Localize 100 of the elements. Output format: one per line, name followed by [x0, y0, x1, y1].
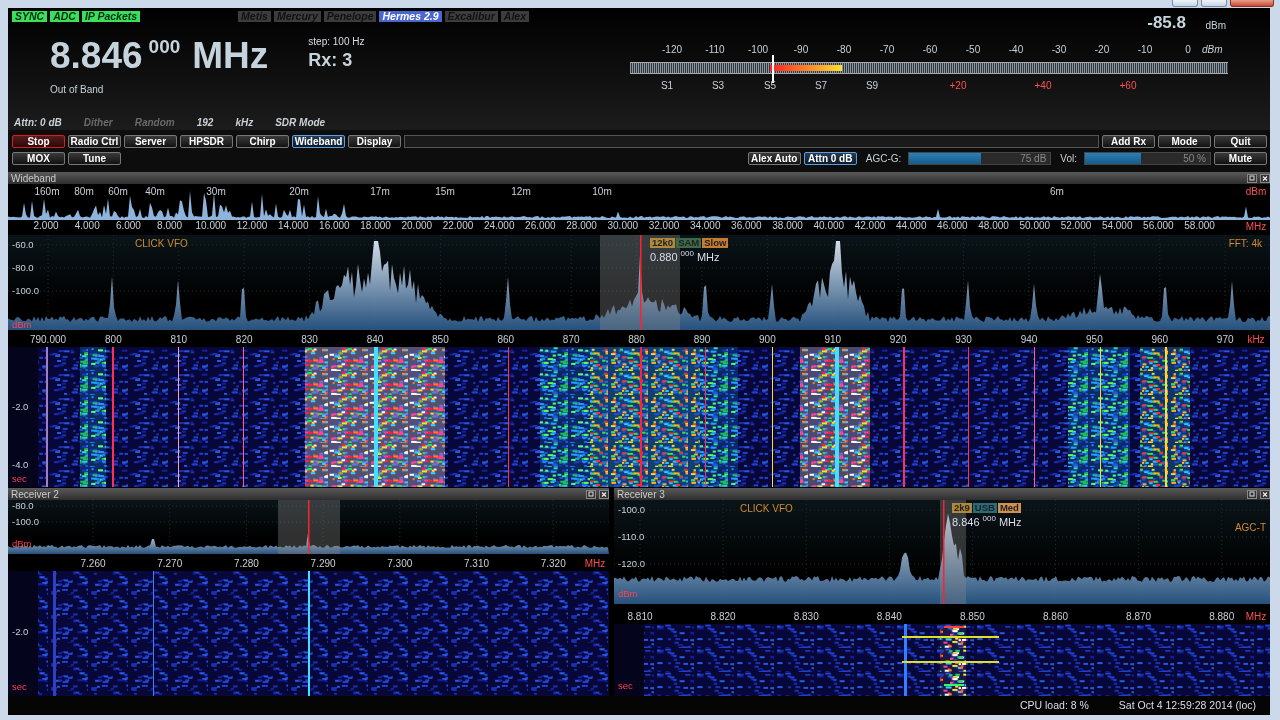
filter-passband[interactable] [600, 235, 680, 330]
plot-background[interactable]: -100.0 -110.0 -120.0 dBm CLICK VFO 2k9 USB Med 8.846 $^{000}$ MHz AGC-T [614, 500, 1270, 604]
toolbar-button[interactable]: Server [124, 135, 177, 148]
hardware-indicator[interactable]: Hermes 2.9 [379, 11, 442, 22]
toolbar-button[interactable]: HPSDR [180, 135, 233, 148]
x-axis-label: 820 [235, 334, 253, 345]
meter-scale-label: -30 [1051, 44, 1067, 55]
x-axis-label: 12.000 [236, 220, 268, 231]
vfo-marker[interactable] [308, 500, 310, 554]
x-axis-label: 8.850 [959, 611, 985, 622]
x-axis-label: 860 [497, 334, 515, 345]
x-axis-label: 870 [562, 334, 580, 345]
x-axis-label: 7.320 [540, 558, 566, 569]
y-axis-label: -100.0 [618, 504, 645, 515]
vfo-marker[interactable] [640, 235, 642, 330]
maximize-button[interactable] [1201, 0, 1227, 7]
band-label: Out of Band [50, 84, 105, 95]
band-label: 12m [511, 186, 531, 197]
toolbar-button[interactable]: Tune [68, 152, 121, 165]
y-axis-unit: dBm [618, 588, 638, 599]
plot-background[interactable]: -80.0 -100.0 dBm [8, 500, 609, 554]
signal-unit: dBm [1205, 20, 1226, 31]
toolbar-button[interactable]: Chirp [236, 135, 289, 148]
y-axis-label: -100.0 [12, 285, 39, 296]
close-icon[interactable] [1260, 489, 1270, 499]
meter-scale-label: -60 [922, 44, 938, 55]
x-axis-label: 910 [824, 334, 842, 345]
fft-size: FFT: 4k [1228, 238, 1262, 249]
toolbar-button[interactable]: Wideband [292, 135, 345, 148]
x-axis-label: 26.000 [525, 220, 556, 231]
band-label: 20m [289, 186, 309, 197]
x-axis-label: 40.000 [813, 220, 845, 231]
x-axis-label: 6.000 [115, 220, 141, 231]
x-axis-label: 46.000 [937, 220, 968, 231]
time-axis-unit: sec [618, 680, 633, 691]
x-axis-label: 880 [628, 334, 645, 345]
meter-scale-label: -70 [879, 44, 895, 55]
x-axis-unit: MHz [584, 558, 606, 569]
filter-tag[interactable]: 12k0 [650, 238, 676, 248]
x-axis-label: 16.000 [319, 220, 350, 231]
y-axis-label: -100.0 [12, 516, 39, 527]
filter-passband[interactable] [278, 500, 340, 554]
x-axis-label: 920 [889, 334, 907, 345]
tuning-step: step: 100 Hz [308, 36, 365, 47]
x-axis-label: 790.000 [29, 334, 67, 345]
toolbar-button[interactable]: Alex Auto [747, 152, 801, 165]
status-indicator: SYNC [12, 11, 48, 22]
close-icon[interactable] [599, 489, 609, 499]
x-axis-label: 54.000 [1101, 220, 1133, 231]
waterfall-drawing[interactable] [644, 624, 1270, 696]
close-icon[interactable] [1260, 173, 1270, 183]
close-button[interactable] [1230, 0, 1274, 7]
panel-title: Receiver 3 [617, 488, 666, 500]
x-axis-label: 940 [1020, 334, 1038, 345]
band-label: 40m [145, 186, 165, 197]
radio-setting[interactable]: SDR Mode [275, 117, 326, 128]
s-unit-label: S3 [711, 80, 725, 91]
filter-tag[interactable]: Med [997, 503, 1021, 513]
meter-scale-label: -10 [1137, 44, 1153, 55]
minimize-button[interactable] [1172, 0, 1198, 7]
panel-title: Wideband [11, 172, 58, 184]
plot-background[interactable]: -60.0 -80.0 -100.0 dBm CLICK VFO 12k0 SAM Slow 0.880 $^{000}$ MHz FFT: 4k [8, 235, 1270, 330]
x-axis-label: 52.000 [1060, 220, 1092, 231]
x-axis-label: 8.840 [876, 611, 902, 622]
toolbar-button[interactable]: Mode [1158, 135, 1211, 148]
y-axis-unit: dBm [1245, 186, 1267, 197]
radio-setting[interactable]: kHz [235, 117, 254, 128]
meter-scale-label: -100 [748, 44, 768, 55]
frequency-hz: 000 [148, 36, 181, 58]
waterfall-drawing[interactable] [38, 347, 1270, 487]
band-label: 6m [1050, 186, 1064, 197]
filter-tag[interactable]: 2k9 [952, 503, 972, 513]
x-axis-label: 28.000 [566, 220, 597, 231]
radio-setting[interactable]: Attn: 0 dB [14, 117, 62, 128]
toolbar-button[interactable]: Quit [1214, 135, 1267, 148]
toolbar-button[interactable]: Mute [1214, 152, 1267, 165]
agc-gain-slider[interactable]: 75 dB [908, 152, 1052, 165]
vfo-marker[interactable] [943, 500, 945, 604]
s-unit-label: +40 [1034, 80, 1052, 91]
float-icon[interactable] [1247, 489, 1257, 499]
clock: Sat Oct 4 12:59:28 2014 (loc) [1118, 699, 1256, 711]
float-icon[interactable] [1247, 173, 1257, 183]
x-axis-label: 810 [170, 334, 188, 345]
frequency-unit: MHz [192, 36, 269, 76]
toolbar-button[interactable]: Attn 0 dB [803, 152, 857, 165]
filter-tag[interactable]: Slow [702, 238, 729, 248]
agc-gain-label: AGC-G: [865, 153, 902, 164]
x-axis-label: 8.880 [1209, 611, 1235, 622]
x-axis-label: 10.000 [195, 220, 227, 231]
x-axis-label: 900 [759, 334, 776, 345]
float-icon[interactable] [586, 489, 596, 499]
volume-slider[interactable]: 50 % [1084, 152, 1211, 165]
meter-scale-label: -120 [662, 44, 682, 55]
toolbar-button[interactable]: Stop [12, 135, 65, 148]
x-axis-label: 32.000 [648, 220, 680, 231]
radio-setting[interactable]: 192 [196, 117, 214, 128]
toolbar-button[interactable]: Display [348, 135, 401, 148]
toolbar-button[interactable]: MOX [12, 152, 65, 165]
toolbar-button[interactable]: Add Rx [1102, 135, 1155, 148]
toolbar-button[interactable]: Radio Ctrl [68, 135, 121, 148]
